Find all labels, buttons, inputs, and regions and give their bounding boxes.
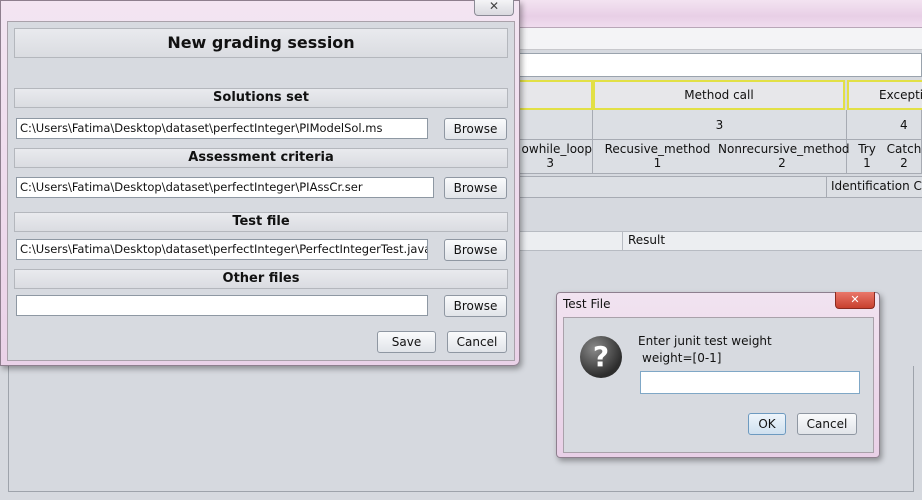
other-files-browse-button[interactable]: Browse: [444, 295, 507, 317]
sub-column-count: 3: [546, 156, 554, 170]
sub-column-owhile-loop: owhile_loop 3: [512, 142, 592, 170]
sub-column-name: Try: [858, 142, 876, 156]
solutions-browse-button[interactable]: Browse: [444, 118, 507, 140]
assessment-criteria-path-field[interactable]: C:\Users\Fatima\Desktop\dataset\perfectI…: [16, 177, 434, 198]
dialog-title: Test File: [563, 297, 611, 311]
cancel-button[interactable]: Cancel: [797, 413, 857, 435]
solutions-set-label: Solutions set: [14, 88, 508, 108]
sub-column-recursive-method: Recusive_method 1: [600, 142, 715, 170]
dialog-title: New grading session: [14, 28, 508, 58]
criteria-count: 3: [715, 117, 724, 132]
test-file-body: ? Enter junit test weight weight=[0-1] O…: [563, 317, 874, 453]
criteria-header-method-call[interactable]: Method call: [593, 80, 845, 110]
sub-column-nonrecursive-method: Nonrecursive_method 2: [718, 142, 850, 170]
grading-session-dialog: ✕ New grading session Solutions set C:\U…: [0, 0, 520, 366]
other-files-label: Other files: [14, 269, 508, 289]
other-files-path-field[interactable]: [16, 295, 428, 316]
assessment-criteria-label: Assessment criteria: [14, 148, 508, 168]
close-icon[interactable]: ✕: [474, 0, 514, 16]
criteria-count-exception: 4: [847, 110, 922, 140]
sub-column-name: Nonrecursive_method: [718, 142, 850, 156]
sub-column-name: Recusive_method: [604, 142, 711, 156]
grading-session-body: New grading session Solutions set C:\Use…: [7, 21, 515, 361]
criteria-header-label: Exceptio: [879, 88, 922, 102]
sub-column-count: 2: [900, 156, 908, 170]
criteria-header-label: Method call: [684, 88, 754, 102]
sub-column-try: Try 1: [854, 142, 880, 170]
test-file-label: Test file: [14, 212, 508, 232]
main-window-text-field[interactable]: [500, 53, 922, 77]
criteria-count-method-call: 3: [593, 110, 847, 140]
close-icon[interactable]: ✕: [835, 292, 875, 309]
cancel-button[interactable]: Cancel: [447, 331, 507, 353]
criteria-count: 4: [900, 117, 908, 132]
test-file-path-field[interactable]: C:\Users\Fatima\Desktop\dataset\perfectI…: [16, 239, 428, 260]
test-file-browse-button[interactable]: Browse: [444, 239, 507, 261]
save-button[interactable]: Save: [377, 331, 436, 353]
criteria-header-exception[interactable]: Exceptio: [847, 80, 922, 110]
test-file-dialog: Test File ✕ ? Enter junit test weight we…: [556, 292, 880, 458]
solutions-set-path-field[interactable]: C:\Users\Fatima\Desktop\dataset\perfectI…: [16, 118, 428, 139]
sub-column-count: 1: [863, 156, 871, 170]
question-icon: ?: [580, 336, 622, 378]
sub-column-name: Catch: [886, 142, 922, 156]
result-column-header[interactable]: Result: [622, 231, 922, 251]
sub-column-count: 2: [778, 156, 786, 170]
test-weight-prompt: Enter junit test weight: [638, 334, 772, 348]
sub-column-count: 1: [653, 156, 662, 170]
identification-code-header[interactable]: Identification Code: [826, 176, 922, 198]
sub-column-name: owhile_loop: [521, 142, 592, 156]
criteria-browse-button[interactable]: Browse: [444, 177, 507, 199]
test-weight-hint: weight=[0-1]: [642, 351, 722, 365]
ok-button[interactable]: OK: [748, 413, 786, 435]
sub-column-catch: Catch 2: [886, 142, 922, 170]
weight-input[interactable]: [640, 371, 860, 394]
